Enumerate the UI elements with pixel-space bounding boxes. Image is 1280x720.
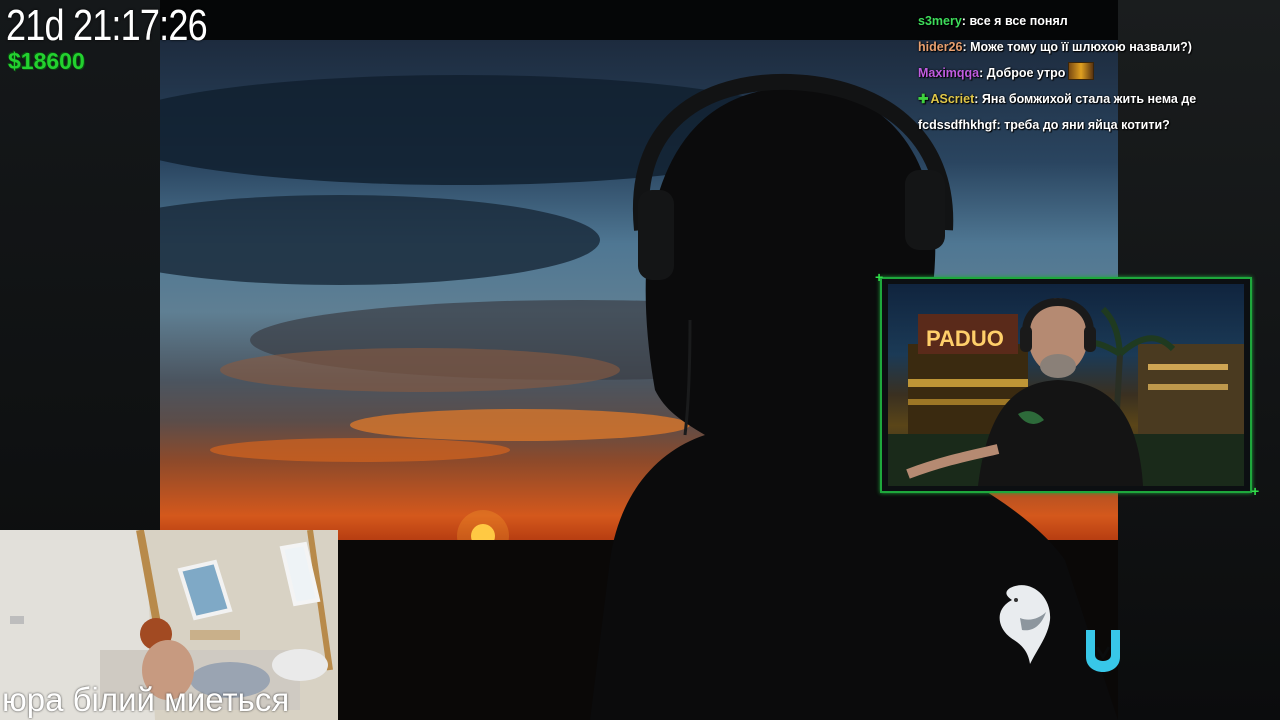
- corner-marker-icon: +: [875, 269, 884, 285]
- chat-text: все я все понял: [969, 14, 1068, 28]
- corner-marker-icon: +: [1251, 483, 1260, 499]
- inset-caption: юра білий миеться: [2, 681, 290, 718]
- emote-icon: [1068, 62, 1095, 80]
- plus-icon: ✚: [918, 92, 929, 106]
- chat-username: AScriet: [930, 92, 975, 106]
- chat-username: hider26: [918, 40, 963, 54]
- u-logo-icon: [1086, 630, 1120, 672]
- webcam-scene: PADUO: [888, 298, 1244, 486]
- money-counter: $18600: [8, 48, 85, 74]
- chat-text: Яна бомжихой стала жить нема де: [981, 92, 1197, 106]
- chat-message: Maximqqa: Доброе утро: [918, 60, 1238, 86]
- chat-username: Maximqqa: [918, 66, 980, 80]
- chat-username: s3mery: [918, 14, 962, 28]
- webcam-sign: PADUO: [926, 326, 1004, 351]
- chat-text: Доброе утро: [986, 66, 1066, 80]
- dolphin-icon: [999, 585, 1051, 664]
- chat-username: fcdssdfhkhgf: [918, 118, 997, 132]
- webcam-frame: + + PADUO: [875, 270, 1259, 498]
- chat-message: ✚ AScriet: Яна бомжихой стала жить нема д…: [918, 92, 1197, 106]
- chat-message: s3mery: все я все понял: [918, 14, 1068, 28]
- chat-message: fcdssdfhkhgf: треба до яни яйца котити?: [918, 118, 1170, 132]
- timer-display: 21d 21:17:26: [6, 1, 208, 50]
- chat-message: hider26: Може тому що її шлюхою назвали?…: [918, 40, 1192, 54]
- chat-text: Може тому що її шлюхою назвали?): [970, 40, 1192, 54]
- chat-text: треба до яни яйца котити?: [1004, 118, 1170, 132]
- chat-overlay: s3mery: все я все понял hider26: Може то…: [918, 0, 1238, 138]
- webcam-feed: PADUO: [888, 284, 1244, 486]
